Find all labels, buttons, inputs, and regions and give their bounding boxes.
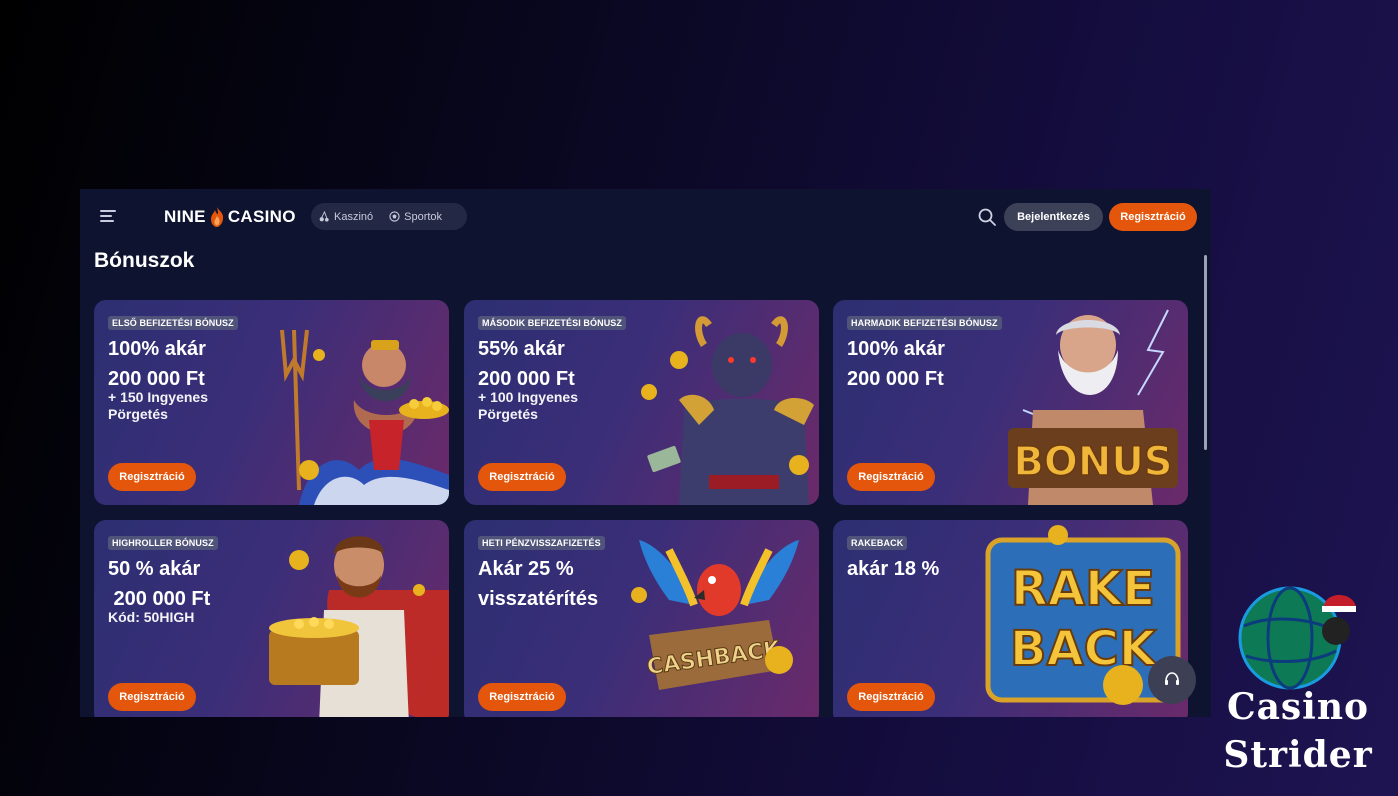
card-register-button[interactable]: Regisztráció bbox=[478, 683, 566, 711]
zeus-bonus-icon: BONUS bbox=[1008, 309, 1178, 505]
top-navbar: NINE CASINO Kaszinó Sportok Bejelentkezé… bbox=[80, 189, 1211, 244]
card-headline: 100% akár 200 000 Ft bbox=[108, 338, 206, 390]
card-subtext: + 100 Ingyenes Pörgetés bbox=[478, 389, 579, 422]
card-register-button[interactable]: Regisztráció bbox=[847, 463, 935, 491]
treasure-chest-icon bbox=[269, 536, 449, 717]
flame-logo-icon bbox=[210, 207, 223, 227]
menu-icon[interactable] bbox=[100, 210, 116, 222]
card-tag: HETI PÉNZVISSZAFIZETÉS bbox=[478, 536, 605, 550]
bonus-card-third-deposit[interactable]: BONUS HARMADIK BEFIZETÉSI BÓNUSZ 100% ak… bbox=[833, 300, 1188, 505]
globe-logo-icon bbox=[1238, 586, 1356, 690]
page-title: Bónuszok bbox=[94, 249, 195, 272]
cherries-icon bbox=[319, 211, 329, 222]
scrollbar[interactable] bbox=[1204, 251, 1209, 717]
card-register-button[interactable]: Regisztráció bbox=[478, 463, 566, 491]
card-headline: 100% akár 200 000 Ft bbox=[847, 338, 945, 390]
card-headline: 55% akár 200 000 Ft bbox=[478, 338, 575, 390]
headset-icon bbox=[1165, 672, 1179, 685]
nav-sports-label: Sportok bbox=[404, 210, 443, 223]
card-tag: HARMADIK BEFIZETÉSI BÓNUSZ bbox=[847, 316, 1002, 330]
card-tag: RAKEBACK bbox=[847, 536, 908, 550]
bonus-card-weekly-cashback[interactable]: CASHBACK HETI PÉNZVISSZAFIZETÉS Akár 25 … bbox=[464, 520, 819, 717]
card-register-button[interactable]: Regisztráció bbox=[108, 683, 196, 711]
nav-casino-label: Kaszinó bbox=[334, 210, 374, 223]
card-tag: HIGHROLLER BÓNUSZ bbox=[108, 536, 218, 550]
parrot-cashback-icon: CASHBACK bbox=[631, 540, 799, 690]
watermark-line2: Strider bbox=[1223, 734, 1373, 776]
card-tag: MÁSODIK BEFIZETÉSI BÓNUSZ bbox=[478, 316, 627, 330]
bonus-card-first-deposit[interactable]: ELSŐ BEFIZETÉSI BÓNUSZ 100% akár 200 000… bbox=[94, 300, 449, 505]
bonus-art-text: BONUS bbox=[1013, 439, 1172, 485]
bonus-card-second-deposit[interactable]: MÁSODIK BEFIZETÉSI BÓNUSZ 55% akár 200 0… bbox=[464, 300, 819, 505]
card-tag: ELSŐ BEFIZETÉSI BÓNUSZ bbox=[108, 316, 238, 330]
casino-app-window: NINE CASINO Kaszinó Sportok Bejelentkezé… bbox=[80, 189, 1211, 717]
watermark-line1: Casino bbox=[1226, 686, 1370, 728]
login-button[interactable]: Bejelentkezés bbox=[1004, 203, 1103, 231]
nav-pill: Kaszinó Sportok bbox=[311, 203, 467, 230]
scrollbar-thumb[interactable] bbox=[1204, 255, 1207, 450]
register-button[interactable]: Regisztráció bbox=[1109, 203, 1197, 231]
card-headline: Akár 25 % visszatérítés bbox=[478, 558, 599, 610]
logo-right-text: CASINO bbox=[227, 207, 296, 226]
card-headline: 50 % akár 200 000 Ft bbox=[108, 558, 211, 610]
card-register-button[interactable]: Regisztráció bbox=[847, 683, 935, 711]
soccer-ball-icon bbox=[389, 211, 400, 222]
card-subtext: + 150 Ingyenes Pörgetés bbox=[108, 389, 209, 422]
nav-sports[interactable]: Sportok bbox=[389, 211, 442, 223]
card-register-button[interactable]: Regisztráció bbox=[108, 463, 196, 491]
support-chat-button[interactable] bbox=[1148, 656, 1196, 704]
bonus-card-rakeback[interactable]: RAKE BACK RAKEBACK akár 18 % Regisztráci… bbox=[833, 520, 1188, 717]
poseidon-icon bbox=[280, 329, 449, 505]
minotaur-icon bbox=[641, 316, 814, 505]
casino-strider-watermark: Casino Strider bbox=[1218, 586, 1378, 786]
card-headline: akár 18 % bbox=[847, 558, 940, 580]
bonus-card-highroller[interactable]: HIGHROLLER BÓNUSZ 50 % akár 200 000 Ft K… bbox=[94, 520, 449, 717]
logo[interactable]: NINE CASINO bbox=[164, 206, 296, 228]
rakeback-art-line2: BACK bbox=[1010, 621, 1158, 677]
card-subtext: Kód: 50HIGH bbox=[108, 609, 195, 625]
search-icon[interactable] bbox=[977, 207, 997, 227]
logo-left-text: NINE bbox=[164, 207, 206, 226]
nav-casino[interactable]: Kaszinó bbox=[319, 211, 373, 223]
rakeback-art-line1: RAKE bbox=[1011, 561, 1155, 617]
